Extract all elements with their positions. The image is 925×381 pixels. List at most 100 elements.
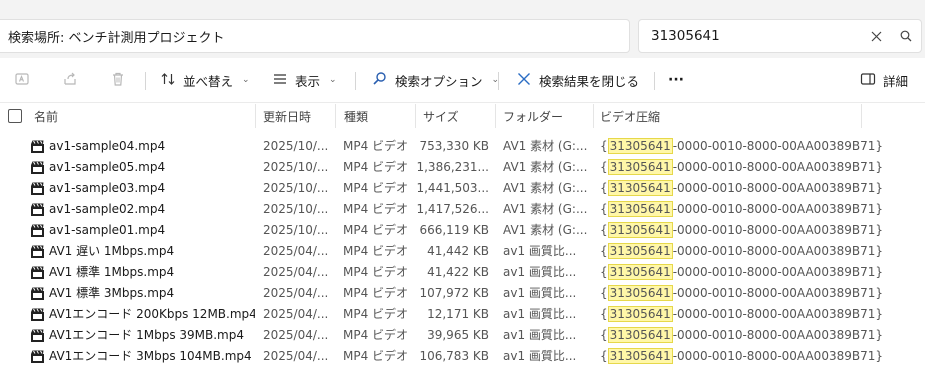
file-name: AV1 標準 1Mbps.mp4 bbox=[49, 265, 175, 279]
column-header-size[interactable]: サイズ bbox=[416, 104, 496, 128]
more-label: ··· bbox=[668, 72, 684, 88]
toolbar-separator bbox=[145, 72, 146, 90]
file-folder: AV1 素材 (G:... bbox=[503, 181, 588, 195]
sort-button[interactable]: 並べ替え ⌄ bbox=[160, 66, 250, 94]
search-match-highlight: 31305641 bbox=[607, 348, 673, 364]
address-bar[interactable]: 検索場所: ベンチ計測用プロジェクト bbox=[0, 19, 630, 53]
column-header-date[interactable]: 更新日時 bbox=[256, 104, 336, 128]
file-size: 1,417,526... bbox=[416, 202, 489, 216]
search-match-highlight: 31305641 bbox=[607, 327, 673, 343]
video-file-icon bbox=[30, 244, 45, 259]
file-row[interactable]: av1-sample01.mp4 2025/10/... MP4 ビデオ 666… bbox=[0, 220, 925, 241]
search-match-highlight: 31305641 bbox=[607, 159, 673, 175]
file-size: 41,442 KB bbox=[427, 244, 489, 258]
view-button[interactable]: 表示 ⌄ bbox=[272, 66, 337, 94]
column-header-name[interactable]: 名前 bbox=[30, 104, 256, 128]
file-folder: AV1 素材 (G:... bbox=[503, 202, 588, 216]
details-pane-icon bbox=[860, 71, 876, 90]
file-date: 2025/10/... bbox=[263, 223, 329, 237]
address-text: 検索場所: ベンチ計測用プロジェクト bbox=[8, 30, 225, 46]
file-name: av1-sample01.mp4 bbox=[49, 223, 166, 237]
more-options-button[interactable]: ··· bbox=[668, 66, 684, 94]
close-icon bbox=[516, 71, 532, 90]
rename-button[interactable] bbox=[14, 66, 30, 94]
file-name: AV1エンコード 1Mbps 39MB.mp4 bbox=[49, 328, 245, 342]
file-codec: {31305641 -0000-0010-8000-00AA00389B71} bbox=[600, 243, 883, 259]
file-row[interactable]: av1-sample02.mp4 2025/10/... MP4 ビデオ 1,4… bbox=[0, 199, 925, 220]
file-row[interactable]: AV1 標準 3Mbps.mp4 2025/04/... MP4 ビデオ 107… bbox=[0, 283, 925, 304]
file-date: 2025/10/... bbox=[263, 160, 329, 174]
file-size: 666,119 KB bbox=[419, 223, 489, 237]
file-date: 2025/04/... bbox=[263, 328, 329, 342]
details-label: 詳細 bbox=[883, 73, 909, 89]
file-size: 106,783 KB bbox=[419, 349, 489, 363]
file-row[interactable]: AV1 遅い 1Mbps.mp4 2025/04/... MP4 ビデオ 41,… bbox=[0, 241, 925, 262]
video-file-icon bbox=[30, 265, 45, 280]
video-file-icon bbox=[30, 328, 45, 343]
file-codec: {31305641 -0000-0010-8000-00AA00389B71} bbox=[600, 348, 883, 364]
file-codec: {31305641 -0000-0010-8000-00AA00389B71} bbox=[600, 285, 883, 301]
search-box[interactable]: 31305641 bbox=[638, 19, 922, 53]
column-header-folder[interactable]: フォルダー bbox=[496, 104, 594, 128]
file-folder: av1 画質比... bbox=[503, 328, 577, 342]
file-codec: {31305641 -0000-0010-8000-00AA00389B71} bbox=[600, 222, 883, 238]
column-header-codec[interactable]: ビデオ圧縮 bbox=[594, 104, 862, 128]
search-icon[interactable] bbox=[891, 21, 921, 51]
file-row[interactable]: av1-sample05.mp4 2025/10/... MP4 ビデオ 1,3… bbox=[0, 157, 925, 178]
toolbar-separator bbox=[654, 72, 655, 90]
file-date: 2025/04/... bbox=[263, 286, 329, 300]
sort-label: 並べ替え bbox=[183, 73, 234, 89]
column-header-type[interactable]: 種類 bbox=[336, 104, 416, 128]
file-row[interactable]: AV1エンコード 200Kbps 12MB.mp4 2025/04/... MP… bbox=[0, 304, 925, 325]
search-match-highlight: 31305641 bbox=[607, 138, 673, 154]
file-row[interactable]: AV1 標準 1Mbps.mp4 2025/04/... MP4 ビデオ 41,… bbox=[0, 262, 925, 283]
file-name: av1-sample05.mp4 bbox=[49, 160, 166, 174]
video-file-icon bbox=[30, 307, 45, 322]
video-file-icon bbox=[30, 160, 45, 175]
file-row[interactable]: av1-sample04.mp4 2025/10/... MP4 ビデオ 753… bbox=[0, 136, 925, 157]
toolbar-separator bbox=[498, 72, 499, 90]
file-row[interactable]: AV1エンコード 1Mbps 39MB.mp4 2025/04/... MP4 … bbox=[0, 325, 925, 346]
search-input[interactable]: 31305641 bbox=[651, 28, 861, 44]
search-match-highlight: 31305641 bbox=[607, 285, 673, 301]
video-file-icon bbox=[30, 349, 45, 364]
video-file-icon bbox=[30, 223, 45, 238]
rename-icon bbox=[14, 71, 30, 90]
trash-icon bbox=[110, 71, 126, 90]
view-label: 表示 bbox=[295, 73, 321, 89]
select-all-checkbox[interactable] bbox=[8, 109, 22, 123]
file-codec: {31305641 -0000-0010-8000-00AA00389B71} bbox=[600, 159, 883, 175]
search-options-icon bbox=[372, 71, 388, 90]
file-folder: av1 画質比... bbox=[503, 265, 577, 279]
file-size: 1,386,231... bbox=[416, 160, 489, 174]
close-search-label: 検索結果を閉じる bbox=[539, 73, 640, 89]
file-folder: av1 画質比... bbox=[503, 349, 577, 363]
file-date: 2025/04/... bbox=[263, 307, 329, 321]
close-search-button[interactable]: 検索結果を閉じる bbox=[516, 66, 639, 94]
search-match-highlight: 31305641 bbox=[607, 306, 673, 322]
chevron-down-icon: ⌄ bbox=[329, 75, 337, 85]
file-name: av1-sample03.mp4 bbox=[49, 181, 166, 195]
delete-button[interactable] bbox=[110, 66, 126, 94]
file-size: 1,441,503... bbox=[416, 181, 489, 195]
file-folder: av1 画質比... bbox=[503, 307, 577, 321]
file-codec: {31305641 -0000-0010-8000-00AA00389B71} bbox=[600, 138, 883, 154]
file-folder: av1 画質比... bbox=[503, 244, 577, 258]
file-codec: {31305641 -0000-0010-8000-00AA00389B71} bbox=[600, 201, 883, 217]
file-folder: AV1 素材 (G:... bbox=[503, 160, 588, 174]
file-codec: {31305641 -0000-0010-8000-00AA00389B71} bbox=[600, 306, 883, 322]
share-icon bbox=[62, 71, 78, 90]
file-codec: {31305641 -0000-0010-8000-00AA00389B71} bbox=[600, 264, 883, 280]
clear-icon[interactable] bbox=[861, 21, 891, 51]
file-row[interactable]: av1-sample03.mp4 2025/10/... MP4 ビデオ 1,4… bbox=[0, 178, 925, 199]
video-file-icon bbox=[30, 286, 45, 301]
file-date: 2025/10/... bbox=[263, 139, 329, 153]
file-codec: {31305641 -0000-0010-8000-00AA00389B71} bbox=[600, 327, 883, 343]
file-row[interactable]: AV1エンコード 3Mbps 104MB.mp4 2025/04/... MP4… bbox=[0, 346, 925, 367]
details-pane-button[interactable]: 詳細 bbox=[860, 66, 908, 94]
command-bar: 並べ替え ⌄ 表示 ⌄ 検索オプション ⌄ 検索結果を閉じる ··· 詳細 bbox=[0, 58, 925, 103]
file-date: 2025/04/... bbox=[263, 244, 329, 258]
share-button[interactable] bbox=[62, 66, 78, 94]
file-folder: av1 画質比... bbox=[503, 286, 577, 300]
search-options-button[interactable]: 検索オプション ⌄ bbox=[372, 66, 499, 94]
